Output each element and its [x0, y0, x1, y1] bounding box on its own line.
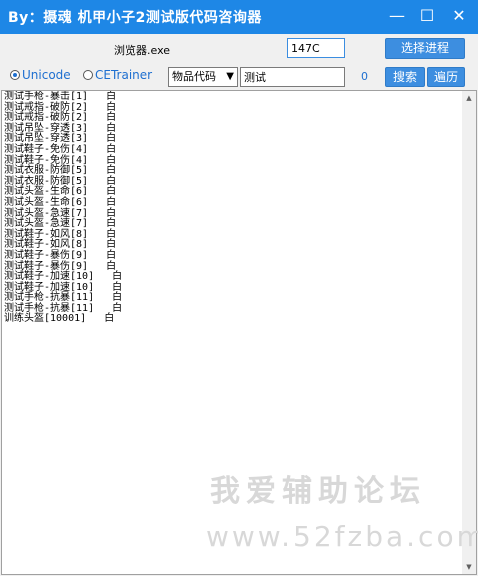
radio-unicode[interactable]: Unicode	[10, 68, 71, 82]
scroll-up-icon[interactable]: ▲	[462, 91, 476, 105]
radio-cetrainer-label: CETrainer	[95, 68, 153, 82]
window-title: By：摄魂 机甲小子2测试版代码咨询器	[8, 10, 262, 26]
list-item[interactable]: 测试鞋子-暴伤[9] 白	[4, 250, 122, 262]
process-id-input[interactable]	[287, 38, 345, 58]
list-item[interactable]: 测试鞋子-免伤[4] 白	[4, 144, 122, 156]
watermark-title: 我爱辅助论坛	[210, 474, 426, 509]
process-label: 浏览器.exe	[114, 44, 171, 57]
list-item[interactable]: 训练头盔[10001] 白	[4, 314, 122, 325]
minimize-icon[interactable]: —	[382, 2, 412, 30]
scroll-down-icon[interactable]: ▼	[462, 560, 476, 574]
list-item[interactable]: 测试头盔-生命[6] 白	[4, 197, 122, 209]
watermark-url: www.52fzba.com	[206, 520, 478, 553]
category-select-value: 物品代码	[172, 70, 216, 83]
chevron-down-icon: ▼	[226, 71, 234, 82]
radio-checked-icon	[10, 70, 20, 80]
vertical-scrollbar[interactable]: ▲ ▼	[462, 91, 476, 574]
title-bar: By：摄魂 机甲小子2测试版代码咨询器 — ☐ ✕	[0, 0, 478, 34]
close-icon[interactable]: ✕	[444, 2, 474, 30]
iterate-button[interactable]: 遍历	[427, 67, 465, 87]
search-input[interactable]	[240, 67, 345, 87]
results-rows: 测试手枪-暴击[1] 白测试戒指-破防[2] 白测试戒指-破防[2] 白测试吊坠…	[4, 91, 122, 325]
radio-cetrainer[interactable]: CETrainer	[83, 68, 152, 82]
search-button[interactable]: 搜索	[385, 67, 425, 87]
radio-unchecked-icon	[83, 70, 93, 80]
radio-unicode-label: Unicode	[22, 68, 71, 82]
result-count: 0	[361, 70, 368, 83]
list-item[interactable]: 测试手枪-暴击[1] 白	[4, 91, 122, 103]
toolbar: 浏览器.exe 选择进程 Unicode CETrainer 物品代码 ▼ 0 …	[0, 34, 478, 90]
select-process-button[interactable]: 选择进程	[385, 38, 465, 59]
category-select[interactable]: 物品代码 ▼	[168, 67, 238, 87]
maximize-icon[interactable]: ☐	[412, 2, 442, 30]
